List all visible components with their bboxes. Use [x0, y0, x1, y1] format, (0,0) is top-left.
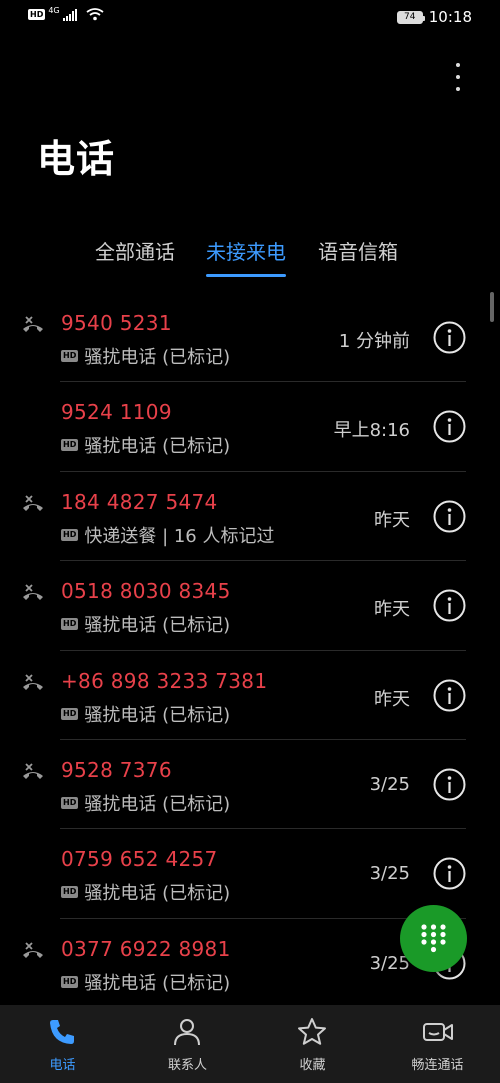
- call-time: 昨天: [374, 599, 410, 621]
- info-icon[interactable]: [433, 410, 466, 443]
- dialpad-icon: [421, 924, 446, 953]
- caller-label: 骚扰电话 (已标记): [84, 436, 231, 458]
- caller-number: 9524 1109: [61, 400, 172, 425]
- caller-label: 骚扰电话 (已标记): [84, 793, 231, 815]
- caller-info: HD 骚扰电话 (已标记): [61, 432, 230, 458]
- caller-info: HD 骚扰电话 (已标记): [61, 790, 230, 816]
- tab-voicemail[interactable]: 语音信箱: [318, 236, 398, 276]
- nav-label: 联系人: [167, 1058, 207, 1073]
- call-row[interactable]: 9524 1109 HD 骚扰电话 (已标记) 早上8:16: [0, 382, 500, 472]
- call-time: 1 分钟前: [338, 331, 410, 352]
- nav-phone[interactable]: 电话: [0, 1005, 125, 1083]
- caller-label: 骚扰电话 (已标记): [84, 883, 231, 905]
- missed-call-icon: [23, 942, 43, 958]
- hd-tag: HD: [61, 975, 79, 988]
- call-row[interactable]: +86 898 3233 7381 HD 骚扰电话 (已标记) 昨天: [0, 651, 500, 740]
- page-title: 电话: [37, 137, 116, 181]
- caller-info: HD 骚扰电话 (已标记): [61, 343, 230, 369]
- caller-number: 0377 6922 8981: [61, 936, 231, 961]
- call-time: 昨天: [374, 688, 410, 710]
- caller-info: HD 骚扰电话 (已标记): [61, 701, 230, 727]
- tab-active-indicator: [206, 274, 286, 277]
- caller-info: HD 快递送餐 | 16 人标记过: [61, 522, 274, 548]
- star-icon: [298, 1018, 326, 1045]
- info-icon[interactable]: [433, 679, 466, 712]
- status-left: HD 4G: [28, 6, 104, 21]
- more-dot: [456, 87, 460, 91]
- call-row[interactable]: 9528 7376 HD 骚扰电话 (已标记) 3/25: [0, 740, 500, 830]
- nav-label: 畅连通话: [411, 1058, 464, 1073]
- nav-contacts[interactable]: 联系人: [125, 1005, 250, 1083]
- tab-label: 全部通话: [95, 240, 175, 264]
- caller-label: 骚扰电话 (已标记): [84, 615, 231, 637]
- status-time: 10:18: [428, 8, 472, 26]
- nav-label: 电话: [49, 1058, 76, 1073]
- call-row[interactable]: 9540 5231 HD 骚扰电话 (已标记) 1 分钟前: [0, 293, 500, 383]
- missed-call-icon: [23, 763, 43, 779]
- tab-label: 语音信箱: [318, 240, 398, 264]
- missed-call-icon: [23, 673, 43, 690]
- tab-missed-calls[interactable]: 未接来电: [206, 236, 286, 277]
- call-row[interactable]: 184 4827 5474 HD 快递送餐 | 16 人标记过 昨天: [0, 472, 500, 562]
- missed-call-icon: [23, 584, 43, 601]
- info-icon[interactable]: [433, 857, 466, 890]
- video-call-icon: [423, 1023, 453, 1041]
- hd-tag: HD: [61, 439, 79, 452]
- more-options-button[interactable]: [448, 60, 468, 94]
- nav-meetime[interactable]: 畅连通话: [375, 1005, 500, 1083]
- caller-number: 9528 7376: [61, 757, 172, 782]
- call-time: 3/25: [369, 773, 410, 795]
- phone-icon: [50, 1020, 74, 1044]
- info-icon[interactable]: [433, 321, 466, 354]
- caller-number: 0518 8030 8345: [61, 579, 231, 604]
- hd-tag: HD: [61, 707, 79, 720]
- call-time: 早上8:16: [333, 420, 410, 442]
- caller-info: HD 骚扰电话 (已标记): [61, 969, 230, 995]
- dialpad-button[interactable]: [400, 905, 467, 972]
- missed-call-icon: [23, 495, 43, 511]
- caller-number: 9540 5231: [61, 311, 172, 335]
- info-icon[interactable]: [433, 500, 466, 533]
- hd-badge: HD: [28, 9, 46, 20]
- caller-label: 骚扰电话 (已标记): [84, 704, 231, 726]
- hd-tag: HD: [61, 528, 79, 541]
- caller-number: 184 4827 5474: [61, 489, 218, 514]
- contacts-icon: [174, 1019, 200, 1046]
- missed-call-icon: [23, 316, 43, 332]
- caller-label: 快递送餐 | 16 人标记过: [84, 525, 275, 547]
- more-dot: [456, 75, 460, 79]
- hd-tag: HD: [61, 796, 79, 809]
- caller-number: 0759 652 4257: [61, 847, 218, 872]
- nav-favorites[interactable]: 收藏: [250, 1005, 375, 1083]
- tab-label: 未接来电: [206, 240, 286, 264]
- caller-label: 骚扰电话 (已标记): [84, 347, 231, 368]
- status-right: 74 10:18: [396, 8, 472, 26]
- bottom-nav: 电话 联系人 收藏 畅连通话: [0, 1005, 500, 1083]
- wifi-icon: [86, 8, 104, 21]
- hd-tag: HD: [61, 886, 79, 899]
- call-time: 3/25: [369, 863, 410, 885]
- status-bar: HD 4G 74 10:18: [0, 0, 500, 36]
- battery-icon: 74: [396, 10, 425, 24]
- signal-icon: [62, 8, 77, 21]
- call-time: 昨天: [374, 509, 410, 531]
- call-row[interactable]: 0518 8030 8345 HD 骚扰电话 (已标记) 昨天: [0, 561, 500, 651]
- hd-tag: HD: [61, 618, 79, 631]
- more-dot: [456, 63, 460, 67]
- info-icon[interactable]: [433, 768, 466, 801]
- tab-all-calls[interactable]: 全部通话: [95, 236, 175, 276]
- info-icon[interactable]: [433, 589, 466, 622]
- caller-info: HD 骚扰电话 (已标记): [61, 879, 230, 905]
- caller-info: HD 骚扰电话 (已标记): [61, 611, 230, 637]
- caller-number: +86 898 3233 7381: [61, 668, 268, 693]
- tab-bar: 全部通话 未接来电 语音信箱: [0, 236, 500, 282]
- call-list: 9540 5231 HD 骚扰电话 (已标记) 1 分钟前 9524 1109 …: [0, 293, 500, 1008]
- nav-label: 收藏: [299, 1058, 326, 1073]
- hd-tag: HD: [61, 350, 79, 362]
- caller-label: 骚扰电话 (已标记): [84, 972, 231, 994]
- network-type: 4G: [48, 6, 60, 15]
